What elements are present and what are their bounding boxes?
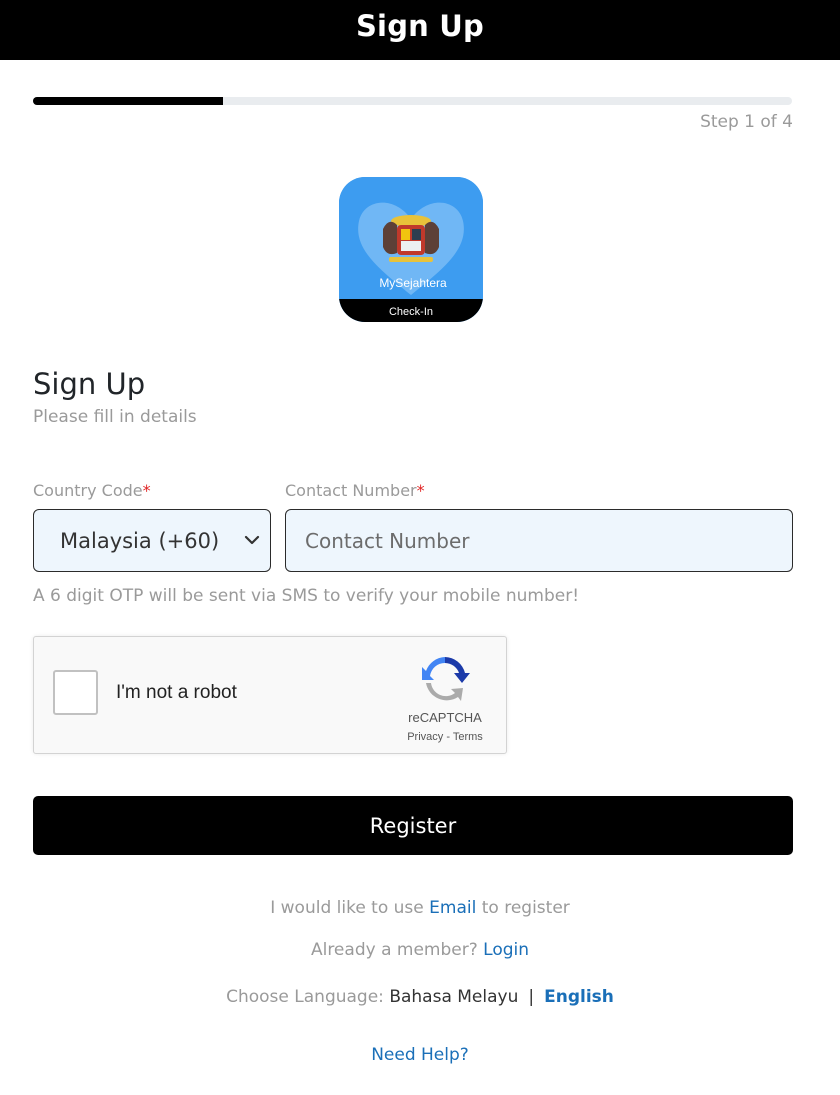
language-separator: | — [528, 987, 535, 1007]
help-line: Need Help? — [0, 1045, 840, 1065]
page-header-title: Sign Up — [355, 9, 485, 43]
progress-bar-fill — [33, 97, 223, 105]
required-mark: * — [416, 481, 425, 500]
language-malay-option[interactable]: Bahasa Melayu — [389, 987, 518, 1007]
contact-number-label: Contact Number* — [285, 481, 425, 500]
progress-bar — [33, 97, 792, 105]
top-bar: Sign Up — [0, 0, 840, 60]
member-login-line: Already a member? Login — [0, 940, 840, 960]
country-code-label: Country Code* — [33, 481, 151, 500]
step-indicator: Step 1 of 4 — [700, 112, 793, 132]
recaptcha-checkbox[interactable] — [53, 670, 98, 715]
logo-caption: Check-In — [389, 306, 433, 318]
country-code-label-text: Country Code — [33, 481, 143, 500]
contact-number-input[interactable] — [285, 509, 793, 572]
recaptcha-label: I'm not a robot — [116, 682, 237, 703]
email-suffix-text: to register — [476, 898, 570, 918]
recaptcha-links[interactable]: Privacy - Terms — [384, 731, 506, 743]
app-logo: MySejahtera Check-In — [339, 177, 483, 322]
email-link[interactable]: Email — [429, 898, 476, 918]
country-code-value: Malaysia (+60) — [60, 528, 220, 553]
register-button[interactable]: Register — [33, 796, 793, 855]
recaptcha-brand: reCAPTCHA — [408, 710, 482, 725]
recaptcha-widget: I'm not a robot reCAPTCHA Privacy - Term… — [33, 636, 507, 754]
form-subtitle: Please fill in details — [33, 407, 197, 427]
language-english-option[interactable]: English — [544, 987, 614, 1007]
language-prefix-text: Choose Language: — [226, 987, 390, 1007]
logo-app-name: MySejahtera — [379, 276, 447, 290]
chevron-down-icon — [244, 535, 260, 545]
email-prefix-text: I would like to use — [270, 898, 430, 918]
country-code-select[interactable]: Malaysia (+60) — [33, 509, 271, 572]
form-title: Sign Up — [33, 367, 146, 401]
recaptcha-icon — [422, 657, 470, 701]
required-mark: * — [142, 481, 151, 500]
language-line: Choose Language: Bahasa Melayu | English — [0, 987, 840, 1007]
need-help-link[interactable]: Need Help? — [371, 1045, 469, 1065]
contact-number-label-text: Contact Number — [285, 481, 417, 500]
email-register-line: I would like to use Email to register — [0, 898, 840, 918]
member-prefix-text: Already a member? — [310, 940, 484, 960]
login-link[interactable]: Login — [483, 940, 529, 960]
otp-note: A 6 digit OTP will be sent via SMS to ve… — [33, 586, 580, 606]
